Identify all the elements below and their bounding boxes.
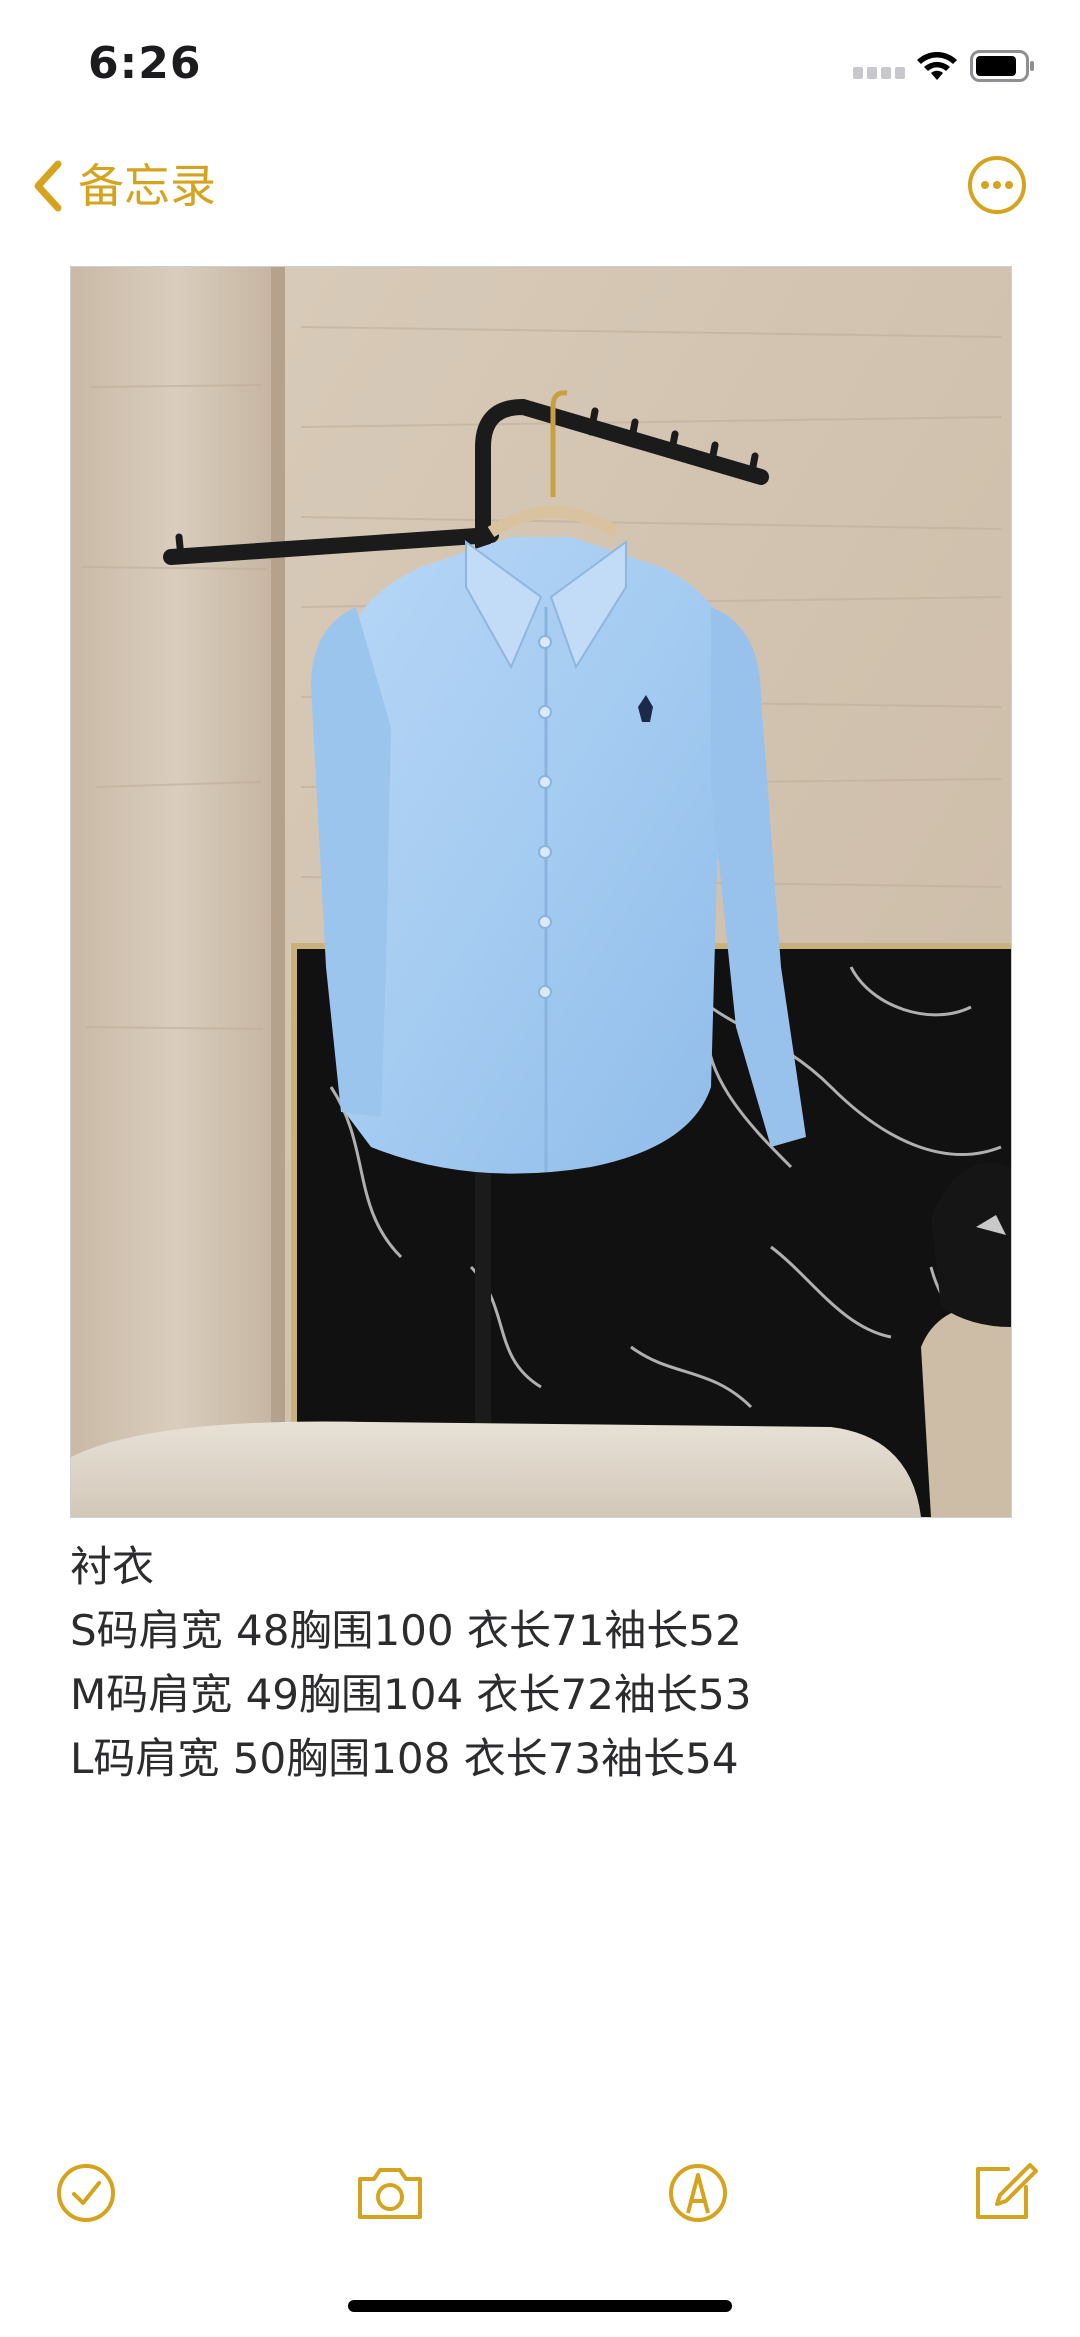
back-button[interactable]: 备忘录 [30,154,216,218]
nav-bar: 备忘录 [0,140,1080,230]
battery-icon [970,50,1034,82]
note-body[interactable]: 衬衣 S码肩宽 48胸围100 衣长71袖长52 M码肩宽 49胸围104 衣长… [70,1535,1010,1791]
note-size-line-l: L码肩宽 50胸围108 衣长73袖长54 [70,1734,739,1783]
back-label: 备忘录 [78,159,216,213]
note-photo[interactable] [70,266,1012,1518]
note-title-line: 衬衣 [70,1542,155,1591]
square-and-pencil-icon [976,2163,1038,2219]
pen-tip-circle-icon [669,2164,727,2222]
camera-icon [358,2168,422,2219]
note-size-line-s: S码肩宽 48胸围100 衣长71袖长52 [70,1606,742,1655]
note-size-line-m: M码肩宽 49胸围104 衣长72袖长53 [70,1670,752,1719]
markup-button[interactable] [660,2155,736,2231]
shirt-photo-illustration [71,267,1011,1517]
status-bar: 6:26 [0,0,1080,130]
compose-button[interactable] [964,2155,1040,2231]
camera-button[interactable] [352,2155,428,2231]
checkmark-circle-icon [57,2164,115,2222]
ellipsis-circle-icon [968,156,1026,214]
bottom-toolbar [0,2155,1080,2235]
status-time: 6:26 [88,38,202,89]
cellular-signal-icon [853,67,905,79]
more-button[interactable] [966,154,1028,216]
wifi-icon [917,52,957,80]
chevron-left-icon [34,160,62,212]
checklist-button[interactable] [48,2155,124,2231]
home-indicator [348,2300,732,2312]
